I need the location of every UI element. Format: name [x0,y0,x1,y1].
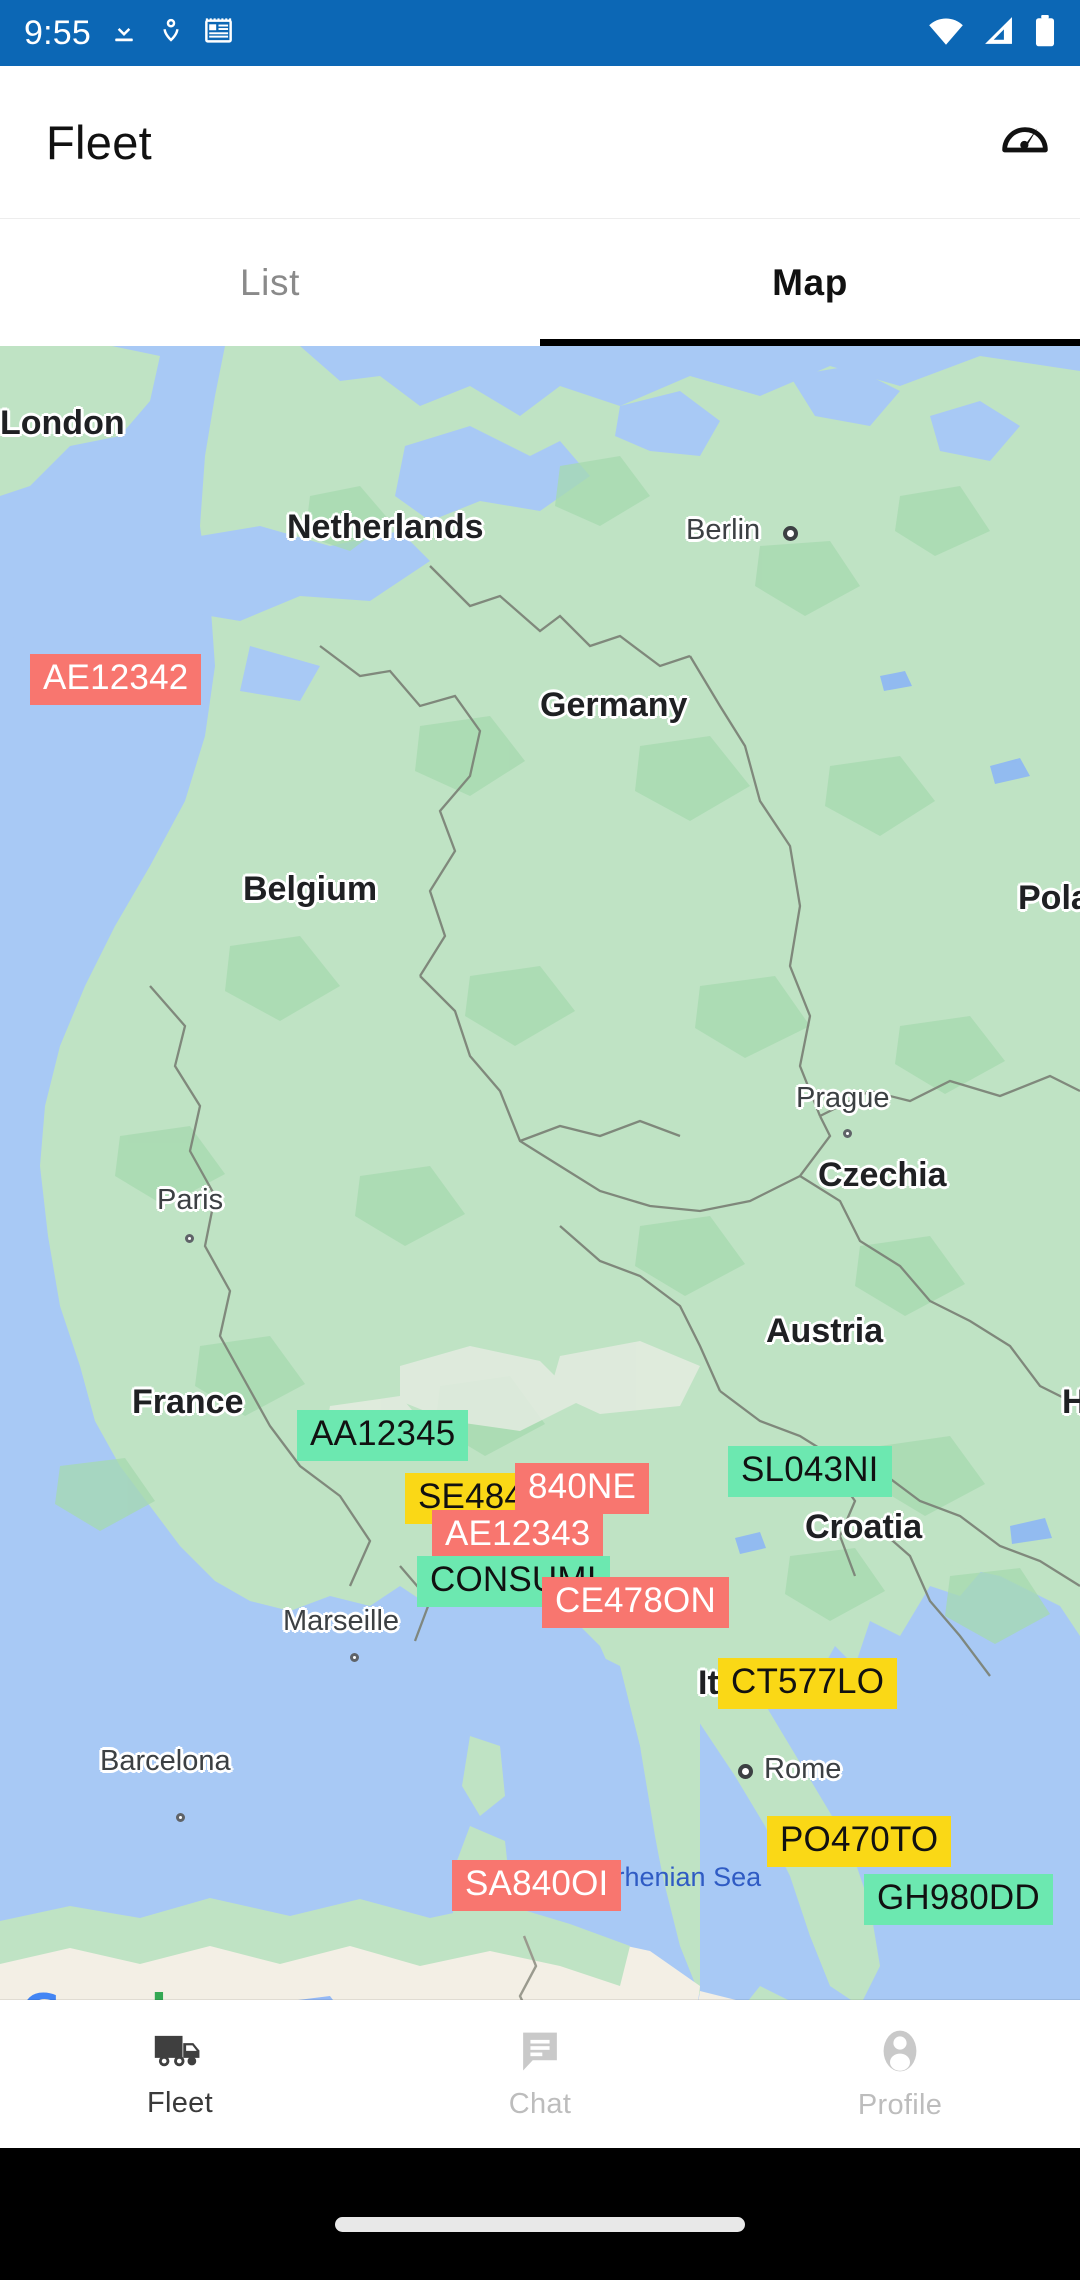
vehicle-marker[interactable]: CT577LO [718,1658,898,1709]
map-city-dot [783,526,798,541]
vehicle-marker[interactable]: AE12343 [432,1510,604,1561]
tab-list-label: List [240,262,300,303]
nav-item-profile[interactable]: Profile [720,2027,1080,2122]
map-city-dot [176,1813,185,1822]
page-title: Fleet [46,115,152,169]
calendar-icon [203,15,234,51]
tab-map[interactable]: Map [540,220,1080,346]
nav-item-chat[interactable]: Chat [360,2028,720,2121]
vehicle-marker[interactable]: CE478ON [542,1577,729,1628]
battery-icon [1034,14,1056,52]
nav-label-chat: Chat [508,2087,572,2120]
tab-map-label: Map [772,262,848,303]
nav-item-fleet[interactable]: Fleet [0,2029,360,2120]
map-view[interactable]: London Netherlands Berlin Germany Belgium Pra… [0,346,1080,2068]
chat-icon [516,2028,564,2079]
truck-icon [153,2029,207,2078]
vehicle-marker[interactable]: AE12342 [30,654,202,705]
download-icon [109,16,139,51]
map-city-dot [738,1764,753,1779]
bottom-navigation: Fleet Chat Profile [0,2000,1080,2148]
status-bar: 9:55 [0,0,1080,66]
nav-label-fleet: Fleet [147,2086,213,2119]
location-pin-icon [157,16,185,51]
vehicle-marker[interactable]: SL043NI [728,1446,892,1497]
status-bar-clock: 9:55 [24,13,91,52]
vehicle-marker[interactable]: SA840OI [452,1860,622,1911]
vehicle-marker[interactable]: PO470TO [767,1816,952,1867]
vehicle-marker[interactable]: 840NE [515,1463,650,1514]
nav-label-profile: Profile [857,2088,943,2121]
wifi-icon [928,16,964,51]
tab-bar: List Map [0,220,1080,346]
vehicle-marker[interactable]: GH980DD [864,1874,1053,1925]
vehicle-marker[interactable]: AA12345 [297,1410,469,1461]
tab-active-indicator [540,339,1080,346]
phone-screen: 9:55 Fleet List Map London Netherlands B… [0,0,1080,2280]
status-bar-left: 9:55 [24,14,928,53]
system-gesture-area [0,2148,1080,2280]
app-bar: Fleet [0,66,1080,218]
map-city-dot [350,1653,359,1662]
status-bar-right [928,14,1056,52]
map-city-dot [185,1234,194,1243]
speedometer-icon [999,114,1051,171]
person-icon [876,2027,924,2080]
tab-list[interactable]: List [0,220,540,346]
map-city-dot [843,1129,852,1138]
map-basemap [0,346,1080,2068]
cellular-signal-icon [982,16,1016,51]
speedometer-button[interactable] [970,114,1080,171]
gesture-home-bar[interactable] [335,2217,745,2232]
